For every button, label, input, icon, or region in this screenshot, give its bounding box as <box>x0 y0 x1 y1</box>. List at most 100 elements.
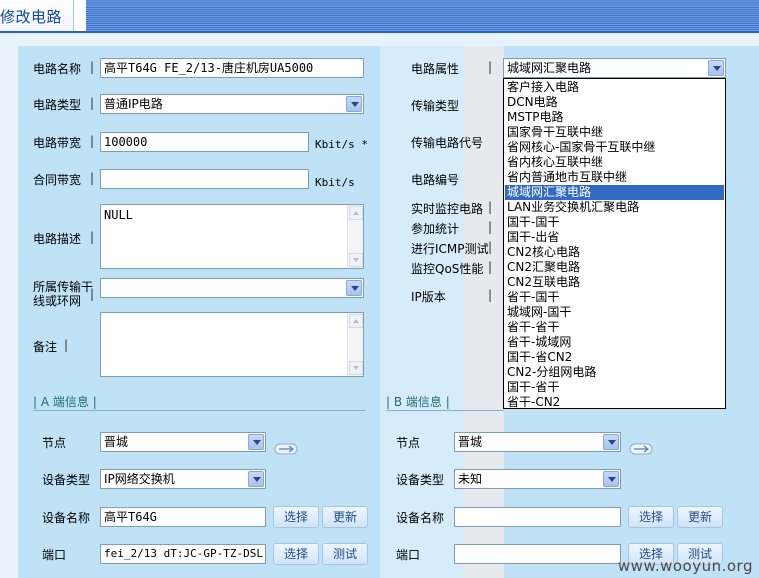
end-b-node-select[interactable]: 晋城 <box>454 432 621 452</box>
attribute-option[interactable]: MSTP电路 <box>505 110 724 125</box>
end-a-port-select-button[interactable]: 选择 <box>273 543 319 565</box>
end-a-device-name-input[interactable]: 高平T64G <box>100 507 266 527</box>
attribute-option[interactable]: 省内普通地市互联中继 <box>505 170 724 185</box>
attribute-value: 城域网汇聚电路 <box>507 61 592 75</box>
trunk-select[interactable] <box>100 278 364 298</box>
attribute-option[interactable]: 城域网-国干 <box>505 305 724 320</box>
chevron-down-icon[interactable] <box>346 280 362 296</box>
watermark: www.wooyun.org <box>617 557 753 575</box>
attribute-label: 电路属性 <box>411 62 460 76</box>
circuit-name-input[interactable]: 高平T64G FE_2/13-唐庄机房UA5000 <box>100 58 364 78</box>
attribute-option[interactable]: 城域网汇聚电路 <box>505 185 724 200</box>
attribute-option[interactable]: 省干-CN2 <box>505 395 724 410</box>
attribute-option[interactable]: 省内核心互联中继 <box>505 155 724 170</box>
attribute-option[interactable]: 省干-城域网 <box>505 335 724 350</box>
end-b-header: | B 端信息 | <box>386 393 504 411</box>
description-label: 电路描述 <box>33 232 82 246</box>
attribute-option[interactable]: LAN业务交换机汇聚电路 <box>505 200 724 215</box>
transport-type-label: 传输类型 <box>411 99 460 113</box>
attribute-option[interactable]: 客户接入电路 <box>505 80 724 95</box>
chevron-down-icon[interactable] <box>603 434 619 450</box>
attribute-option[interactable]: 省干-国干 <box>505 290 724 305</box>
chevron-down-icon[interactable] <box>248 434 264 450</box>
end-a-header: | A 端信息 | <box>33 393 365 411</box>
chevron-down-icon[interactable] <box>346 96 362 112</box>
attribute-option[interactable]: 国干-省CN2 <box>505 350 724 365</box>
end-b-device-name-input[interactable] <box>454 507 621 527</box>
network-link-icon[interactable] <box>628 441 654 457</box>
end-b-device-type-value: 未知 <box>458 472 483 486</box>
page-title: 修改电路 <box>0 8 63 26</box>
title-bar: 修改电路 <box>0 0 759 33</box>
description-textarea[interactable]: NULL <box>100 204 364 269</box>
contract-bandwidth-input[interactable] <box>100 169 309 189</box>
realtime-monitor-label: 实时监控电路 <box>411 202 484 216</box>
end-a-device-type-label: 设备类型 <box>42 473 91 487</box>
separator-column <box>464 33 504 578</box>
attribute-option[interactable]: 国家骨干互联中继 <box>505 125 724 140</box>
attribute-select[interactable]: 城域网汇聚电路 <box>503 58 726 78</box>
bandwidth-label: 电路带宽 <box>33 136 82 150</box>
end-b-port-input[interactable] <box>454 544 621 564</box>
attribute-option[interactable]: CN2汇聚电路 <box>505 260 724 275</box>
circuit-name-label: 电路名称 <box>33 62 82 76</box>
end-b-device-name-label: 设备名称 <box>396 511 445 525</box>
chevron-down-icon[interactable] <box>248 471 264 487</box>
contract-bandwidth-unit: Kbit/s <box>315 176 355 189</box>
page-title-tab: 修改电路 <box>0 0 74 33</box>
bandwidth-unit: Kbit/s * <box>315 138 368 151</box>
left-margin <box>0 33 18 578</box>
end-a-device-update-button[interactable]: 更新 <box>322 506 368 528</box>
end-a-port-label: 端口 <box>42 548 67 562</box>
trunk-label: 所属传输干 线或环网 <box>33 280 94 308</box>
attribute-option[interactable]: CN2核心电路 <box>505 245 724 260</box>
end-b-node-label: 节点 <box>396 436 421 450</box>
icmp-test-label: 进行ICMP测试 <box>411 242 489 256</box>
circuit-type-label: 电路类型 <box>33 98 82 112</box>
chevron-down-icon[interactable] <box>603 471 619 487</box>
end-b-device-type-select[interactable]: 未知 <box>454 469 621 489</box>
attribute-option[interactable]: DCN电路 <box>505 95 724 110</box>
end-a-device-name-label: 设备名称 <box>42 511 91 525</box>
end-a-node-label: 节点 <box>42 436 67 450</box>
end-b-device-update-button[interactable]: 更新 <box>677 506 723 528</box>
attribute-dropdown-list[interactable]: 客户接入电路 DCN电路 MSTP电路 国家骨干互联中继 省网核心-国家骨干互联中继 省内… <box>503 78 726 409</box>
attribute-option[interactable]: 省干-省干 <box>505 320 724 335</box>
attribute-option[interactable]: 国干-出省 <box>505 230 724 245</box>
contract-bandwidth-label: 合同带宽 <box>33 173 82 187</box>
description-value: NULL <box>104 208 133 222</box>
end-a-port-test-button[interactable]: 测试 <box>322 543 368 565</box>
circuit-type-value: 普通IP电路 <box>104 97 163 111</box>
remark-scrollbar[interactable] <box>347 313 363 376</box>
ip-version-label: IP版本 <box>411 290 446 304</box>
end-a-node-value: 晋城 <box>104 435 129 449</box>
network-link-icon[interactable] <box>273 441 299 457</box>
chevron-down-icon[interactable] <box>708 60 724 76</box>
attribute-option[interactable]: CN2互联电路 <box>505 275 724 290</box>
label-column <box>380 33 464 578</box>
circuit-type-select[interactable]: 普通IP电路 <box>100 94 364 114</box>
end-a-device-type-select[interactable]: IP网络交换机 <box>100 469 266 489</box>
remark-label: 备注 <box>33 340 58 354</box>
end-a-port-input[interactable]: fei_2/13 dT:JC-GP-TZ-DSL <box>100 544 266 564</box>
attribute-option[interactable]: 国干-国干 <box>505 215 724 230</box>
qos-monitor-label: 监控QoS性能 <box>411 262 484 276</box>
end-a-device-type-value: IP网络交换机 <box>104 472 175 486</box>
end-b-device-type-label: 设备类型 <box>396 473 445 487</box>
remark-textarea[interactable] <box>100 312 364 377</box>
title-band <box>74 0 759 33</box>
attribute-option[interactable]: CN2-分组网电路 <box>505 365 724 380</box>
bandwidth-input[interactable]: 100000 <box>100 132 309 152</box>
circuit-code-label: 电路编号 <box>411 173 460 187</box>
description-scrollbar[interactable] <box>347 205 363 268</box>
end-a-node-select[interactable]: 晋城 <box>100 432 266 452</box>
attribute-option[interactable]: 省网核心-国家骨干互联中继 <box>505 140 724 155</box>
transport-code-label: 传输电路代号 <box>411 136 484 150</box>
join-stats-label: 参加统计 <box>411 222 460 236</box>
end-b-node-value: 晋城 <box>458 435 483 449</box>
end-b-device-select-button[interactable]: 选择 <box>628 506 674 528</box>
end-a-device-select-button[interactable]: 选择 <box>273 506 319 528</box>
attribute-option[interactable]: 国干-省干 <box>505 380 724 395</box>
top-strip <box>0 33 759 46</box>
end-b-port-label: 端口 <box>396 548 421 562</box>
